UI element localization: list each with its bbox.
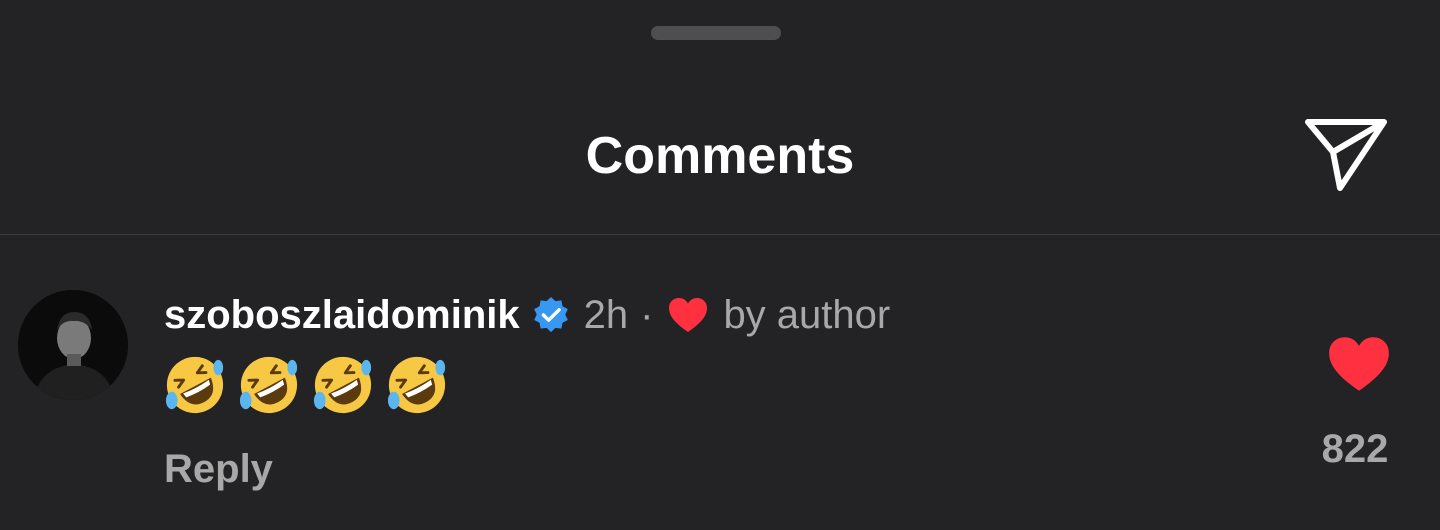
comment-text — [164, 350, 448, 420]
rolling-laughing-emoji-icon — [387, 356, 446, 414]
comment-time: 2h — [583, 293, 629, 337]
heart-icon — [1329, 337, 1389, 391]
verified-badge-icon — [533, 296, 568, 333]
comment-username[interactable]: szoboszlaidominik — [164, 288, 520, 342]
avatar[interactable] — [18, 290, 128, 400]
header-divider — [0, 234, 1440, 235]
like-count: 822 — [1321, 427, 1389, 471]
sheet-title: Comments — [585, 127, 855, 185]
paper-plane-icon — [1305, 119, 1387, 191]
reply-button[interactable]: Reply — [164, 442, 273, 496]
rolling-laughing-emoji-icon — [239, 356, 298, 414]
like-comment-button[interactable] — [1326, 334, 1392, 394]
comment-meta: szoboszlaidominik 2h · by author — [164, 288, 890, 342]
liked-by-author-label: by author — [723, 293, 891, 337]
user-avatar — [18, 290, 128, 400]
drag-handle[interactable] — [651, 26, 781, 40]
rolling-laughing-emoji-icon — [313, 356, 372, 414]
heart-icon — [669, 298, 708, 332]
rolling-laughing-emoji-icon — [165, 356, 224, 414]
share-button[interactable] — [1300, 112, 1392, 196]
meta-separator: · — [640, 293, 654, 337]
